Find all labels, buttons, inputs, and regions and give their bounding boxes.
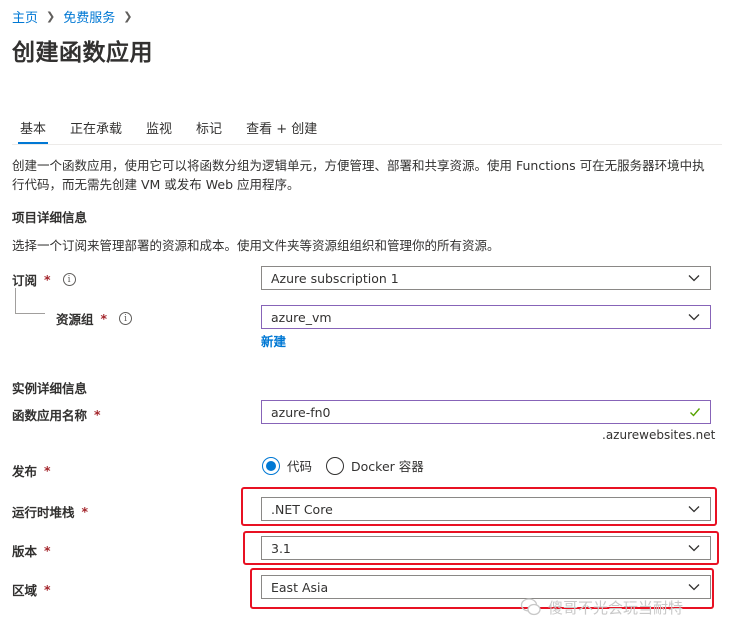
create-new-resource-group-link[interactable]: 新建: [261, 331, 286, 350]
publish-docker-label: Docker 容器: [351, 459, 424, 474]
tab-basics[interactable]: 基本: [12, 118, 54, 144]
subscription-select[interactable]: Azure subscription 1: [261, 266, 711, 290]
resource-group-label-text: 资源组: [56, 312, 94, 327]
required-mark: *: [44, 582, 51, 597]
subscription-value: Azure subscription 1: [271, 270, 399, 286]
chevron-down-icon: [688, 584, 700, 591]
required-mark: *: [81, 504, 89, 519]
breadcrumb: 主页 ❯ 免费服务 ❯: [12, 7, 132, 26]
subscription-label-text: 订阅: [12, 273, 38, 288]
watermark-text: 傻哥不光会玩当耐特: [548, 598, 684, 617]
radio-selected-dot: [266, 460, 276, 471]
project-details-heading: 项目详细信息: [12, 210, 88, 225]
info-icon[interactable]: i: [119, 312, 133, 325]
page-description: 创建一个函数应用，使用它可以将函数分组为逻辑单元，方便管理、部署和共享资源。使用…: [12, 158, 705, 192]
version-label-text: 版本: [12, 544, 38, 559]
publish-label: 发布 *: [12, 461, 51, 480]
publish-radio-group: 代码 Docker 容器: [262, 456, 424, 475]
tab-review-create[interactable]: 查看 + 创建: [238, 118, 325, 144]
chevron-down-icon: [688, 314, 700, 321]
version-value: 3.1: [271, 540, 291, 556]
publish-label-text: 发布: [12, 464, 38, 479]
tab-tags[interactable]: 标记: [188, 118, 230, 144]
page-title: 创建函数应用: [12, 40, 153, 66]
required-mark: *: [100, 311, 108, 326]
chevron-down-icon: [688, 545, 700, 552]
function-app-name-input[interactable]: azure-fn0: [261, 400, 711, 424]
chevron-down-icon: [688, 275, 700, 282]
breadcrumb-free-services-link[interactable]: 免费服务: [63, 7, 115, 26]
breadcrumb-home-link[interactable]: 主页: [12, 7, 38, 26]
chevron-right-icon: ❯: [46, 10, 56, 23]
info-icon[interactable]: i: [62, 273, 76, 286]
function-app-name-label: 函数应用名称 *: [12, 405, 101, 424]
chevron-right-icon: ❯: [123, 10, 133, 23]
tab-hosting[interactable]: 正在承载: [62, 118, 130, 144]
project-details-description: 选择一个订阅来管理部署的资源和成本。使用文件夹等资源组组织和管理你的所有资源。: [12, 238, 500, 253]
checkmark-icon: [690, 408, 701, 417]
region-value: East Asia: [271, 579, 329, 595]
region-label-text: 区域: [12, 583, 38, 598]
tree-connector-vertical: [15, 288, 16, 314]
tree-connector-horizontal: [15, 313, 45, 314]
runtime-stack-value: .NET Core: [271, 501, 333, 517]
runtime-stack-label-text: 运行时堆栈: [12, 505, 75, 520]
tabs-divider: [12, 144, 722, 145]
resource-group-label: 资源组 * i: [56, 309, 133, 328]
required-mark: *: [44, 463, 51, 478]
runtime-stack-select[interactable]: .NET Core: [261, 497, 711, 521]
required-mark: *: [94, 407, 101, 422]
runtime-stack-label: 运行时堆栈 *: [12, 502, 88, 521]
chevron-down-icon: [688, 506, 700, 513]
domain-suffix: .azurewebsites.net: [602, 428, 716, 442]
version-label: 版本 *: [12, 541, 51, 560]
tab-monitoring[interactable]: 监视: [138, 118, 180, 144]
function-app-name-label-text: 函数应用名称: [12, 408, 88, 423]
subscription-label: 订阅 * i: [12, 270, 76, 289]
version-select[interactable]: 3.1: [261, 536, 711, 560]
publish-code-label: 代码: [287, 459, 313, 474]
required-mark: *: [44, 272, 51, 287]
required-mark: *: [44, 543, 51, 558]
publish-code-radio[interactable]: [262, 456, 280, 475]
watermark: 傻哥不光会玩当耐特: [520, 596, 683, 618]
publish-docker-radio[interactable]: [326, 456, 345, 475]
instance-details-heading: 实例详细信息: [12, 381, 88, 396]
region-label: 区域 *: [12, 580, 51, 599]
tab-bar: 基本 正在承载 监视 标记 查看 + 创建: [12, 118, 333, 144]
function-app-name-value: azure-fn0: [271, 404, 331, 420]
resource-group-value: azure_vm: [271, 309, 332, 325]
resource-group-select[interactable]: azure_vm: [261, 305, 711, 329]
wechat-icon: [520, 598, 541, 616]
